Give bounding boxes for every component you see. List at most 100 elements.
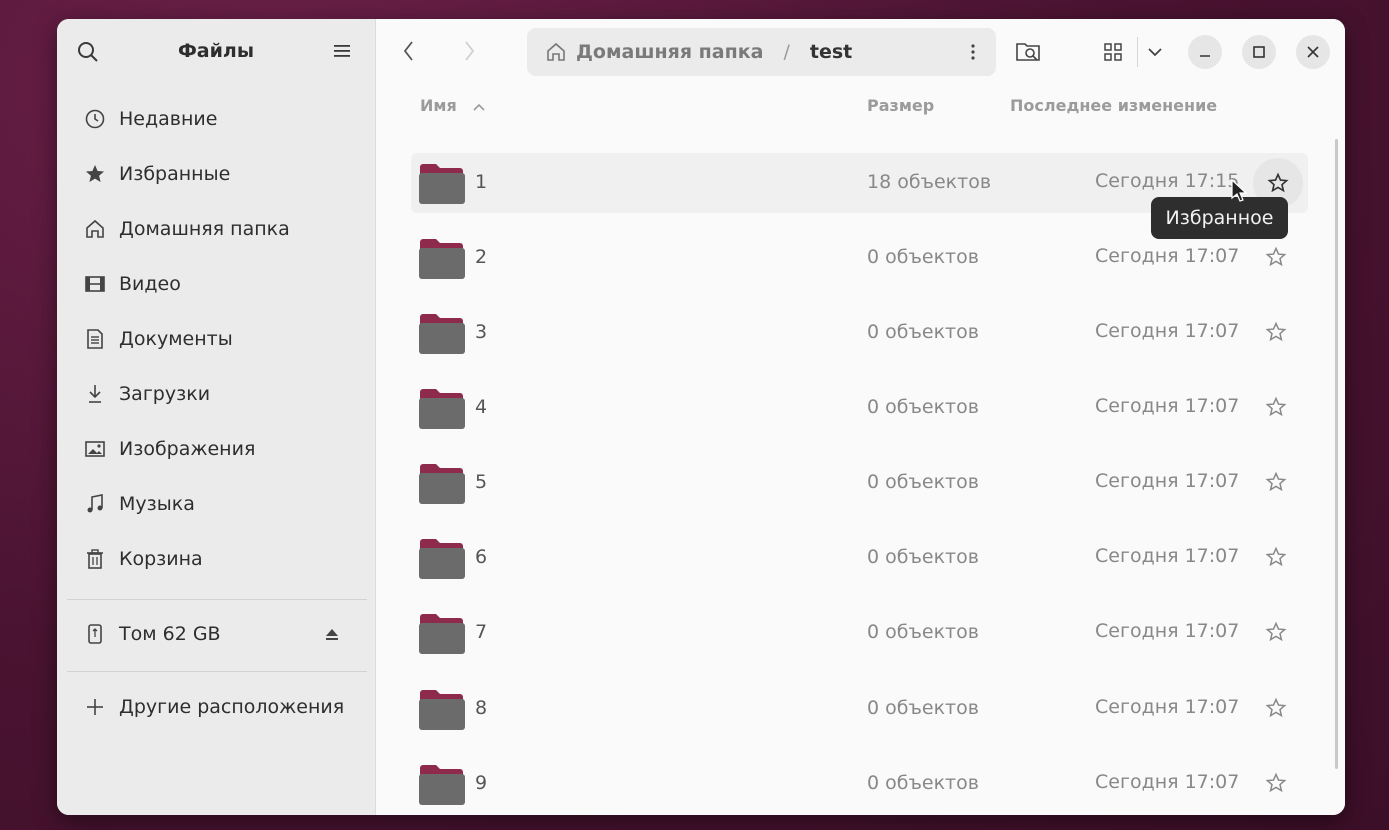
image-icon bbox=[83, 437, 107, 461]
sidebar-item-starred[interactable]: Избранные bbox=[69, 152, 363, 196]
minimize-button[interactable] bbox=[1188, 35, 1222, 69]
sidebar-divider bbox=[67, 671, 367, 672]
sidebar-item-home[interactable]: Домашняя папка bbox=[69, 207, 363, 251]
app-title: Файлы bbox=[177, 40, 255, 62]
file-name: 8 bbox=[475, 697, 488, 719]
folder-icon bbox=[419, 164, 465, 204]
video-icon bbox=[83, 272, 107, 296]
file-name: 7 bbox=[475, 621, 488, 643]
table-row[interactable]: 8 0 объектов Сегодня 17:07 bbox=[411, 679, 1308, 739]
grid-icon bbox=[1104, 43, 1122, 61]
view-options-button[interactable] bbox=[1142, 37, 1168, 67]
column-header-size[interactable]: Размер bbox=[867, 96, 934, 115]
clock-icon bbox=[83, 107, 107, 131]
star-toggle-button[interactable] bbox=[1263, 544, 1289, 570]
path-bar[interactable]: Домашняя папка / test bbox=[527, 28, 996, 76]
table-row[interactable]: 6 0 объектов Сегодня 17:07 bbox=[411, 528, 1308, 588]
file-size: 0 объектов bbox=[867, 697, 979, 719]
column-header-name[interactable]: Имя bbox=[420, 96, 486, 115]
star-toggle-button[interactable] bbox=[1263, 770, 1289, 796]
star-toggle-button[interactable] bbox=[1263, 394, 1289, 420]
chevron-left-icon bbox=[403, 41, 413, 61]
sidebar-item-downloads[interactable]: Загрузки bbox=[69, 372, 363, 416]
file-size: 0 объектов bbox=[867, 396, 979, 418]
path-segment-home[interactable]: Домашняя папка bbox=[576, 41, 763, 63]
table-row[interactable]: 5 0 объектов Сегодня 17:07 bbox=[411, 453, 1308, 513]
file-name: 5 bbox=[475, 471, 488, 493]
table-row[interactable]: 9 0 объектов Сегодня 17:07 bbox=[411, 754, 1308, 814]
folder-icon bbox=[419, 539, 465, 579]
column-header-modified[interactable]: Последнее изменение bbox=[1010, 96, 1217, 115]
maximize-button[interactable] bbox=[1242, 35, 1276, 69]
star-outline-icon bbox=[1265, 697, 1287, 718]
eject-icon[interactable] bbox=[325, 627, 339, 641]
sidebar-item-pictures[interactable]: Изображения bbox=[69, 427, 363, 471]
forward-button[interactable] bbox=[454, 35, 484, 67]
sidebar-item-label: Загрузки bbox=[119, 383, 211, 405]
chevron-down-icon bbox=[1148, 48, 1162, 57]
column-header-label: Имя bbox=[420, 96, 457, 115]
more-options-icon[interactable] bbox=[970, 42, 976, 62]
main-pane: Домашняя папка / test Имя Размер Последн… bbox=[376, 19, 1345, 815]
path-separator: / bbox=[783, 41, 790, 63]
maximize-icon bbox=[1253, 46, 1265, 58]
sidebar-item-label: Домашняя папка bbox=[119, 218, 290, 240]
file-modified: Сегодня 17:07 bbox=[1095, 470, 1240, 492]
sidebar-item-label: Видео bbox=[119, 273, 181, 295]
file-manager-window: Файлы Недавние Избранные Домашняя папка bbox=[57, 19, 1345, 815]
star-outline-icon bbox=[1265, 621, 1287, 642]
star-toggle-button[interactable] bbox=[1263, 469, 1289, 495]
table-row[interactable]: 7 0 объектов Сегодня 17:07 bbox=[411, 603, 1308, 663]
file-modified: Сегодня 17:07 bbox=[1095, 620, 1240, 642]
sidebar-item-recent[interactable]: Недавние bbox=[69, 97, 363, 141]
star-outline-icon bbox=[1265, 321, 1287, 342]
sidebar-item-label: Другие расположения bbox=[119, 696, 345, 718]
grid-view-button[interactable] bbox=[1098, 37, 1128, 67]
table-row[interactable]: 4 0 объектов Сегодня 17:07 bbox=[411, 378, 1308, 438]
close-button[interactable] bbox=[1296, 35, 1330, 69]
table-row[interactable]: 3 0 объектов Сегодня 17:07 bbox=[411, 303, 1308, 363]
star-icon bbox=[83, 162, 107, 186]
file-name: 3 bbox=[475, 321, 488, 343]
file-modified: Сегодня 17:07 bbox=[1095, 395, 1240, 417]
file-name: 9 bbox=[475, 772, 488, 794]
folder-icon bbox=[419, 464, 465, 504]
sidebar-item-volume[interactable]: Том 62 GB bbox=[69, 612, 363, 656]
search-folder-button[interactable] bbox=[1012, 37, 1046, 67]
sidebar-item-label: Изображения bbox=[119, 438, 256, 460]
star-toggle-button[interactable] bbox=[1263, 695, 1289, 721]
sidebar-divider bbox=[67, 599, 367, 600]
sidebar-item-label: Документы bbox=[119, 328, 233, 350]
sort-ascending-icon bbox=[473, 103, 485, 111]
home-icon[interactable] bbox=[545, 41, 567, 63]
folder-icon bbox=[419, 314, 465, 354]
sidebar-item-trash[interactable]: Корзина bbox=[69, 537, 363, 581]
scrollbar[interactable] bbox=[1335, 139, 1338, 769]
star-outline-icon bbox=[1265, 546, 1287, 567]
sidebar-item-label: Корзина bbox=[119, 548, 203, 570]
star-toggle-button[interactable] bbox=[1263, 319, 1289, 345]
star-toggle-button[interactable] bbox=[1263, 619, 1289, 645]
file-modified: Сегодня 17:07 bbox=[1095, 320, 1240, 342]
sidebar-item-videos[interactable]: Видео bbox=[69, 262, 363, 306]
folder-icon bbox=[419, 765, 465, 805]
sidebar-item-other-locations[interactable]: Другие расположения bbox=[69, 685, 363, 729]
file-modified: Сегодня 17:07 bbox=[1095, 545, 1240, 567]
file-size: 0 объектов bbox=[867, 772, 979, 794]
hamburger-menu-icon[interactable] bbox=[333, 43, 351, 59]
file-name: 2 bbox=[475, 246, 488, 268]
file-size: 0 объектов bbox=[867, 246, 979, 268]
file-modified: Сегодня 17:15 bbox=[1095, 170, 1240, 192]
folder-icon bbox=[419, 239, 465, 279]
star-toggle-button[interactable] bbox=[1263, 244, 1289, 270]
back-button[interactable] bbox=[394, 35, 424, 67]
sidebar-item-documents[interactable]: Документы bbox=[69, 317, 363, 361]
star-outline-icon bbox=[1265, 246, 1287, 267]
file-modified: Сегодня 17:07 bbox=[1095, 771, 1240, 793]
sidebar-item-label: Том 62 GB bbox=[119, 623, 221, 645]
folder-icon bbox=[419, 614, 465, 654]
path-segment-current[interactable]: test bbox=[810, 41, 852, 63]
sidebar-item-music[interactable]: Музыка bbox=[69, 482, 363, 526]
file-modified: Сегодня 17:07 bbox=[1095, 245, 1240, 267]
star-outline-icon bbox=[1265, 396, 1287, 417]
